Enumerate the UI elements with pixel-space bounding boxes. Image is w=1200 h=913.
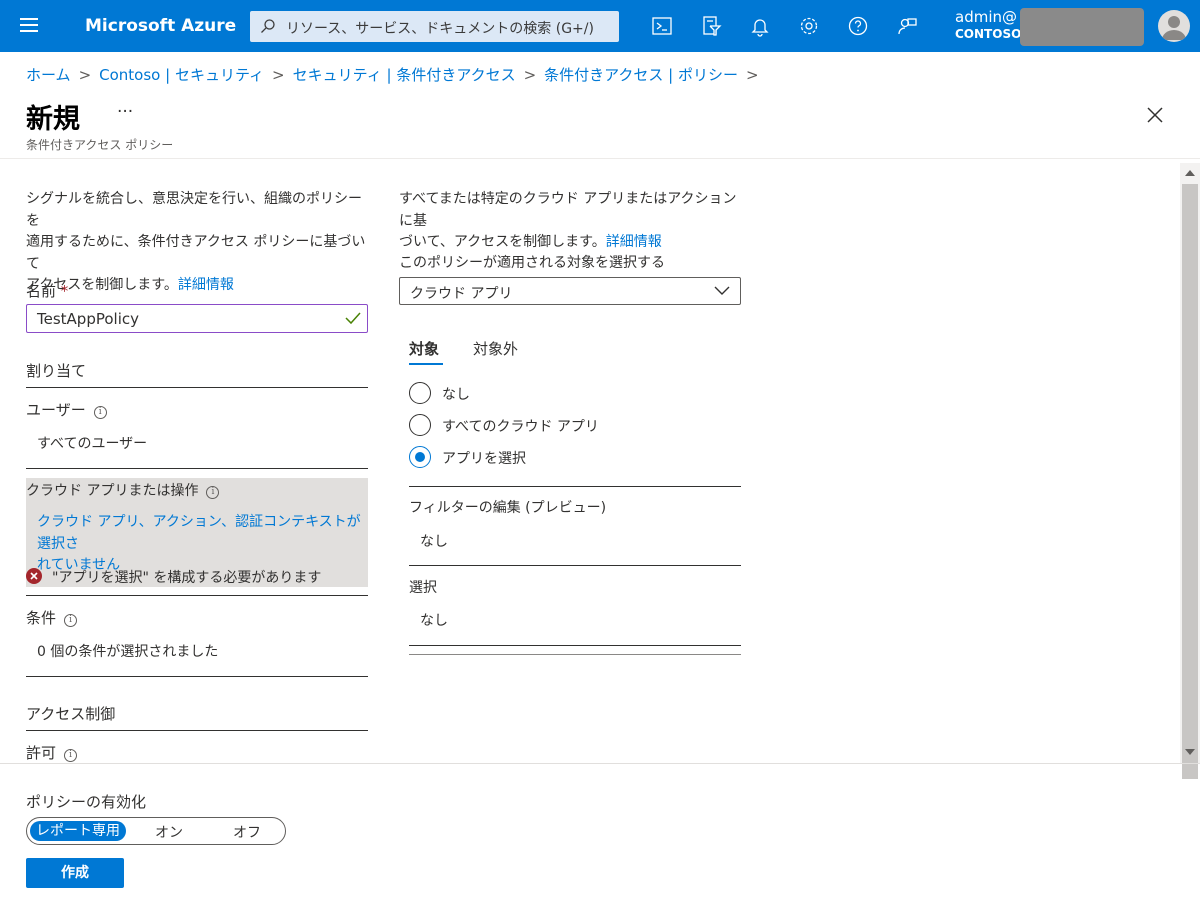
cloud-shell-icon[interactable] — [651, 15, 673, 37]
target-select-dropdown[interactable]: クラウド アプリ — [399, 277, 741, 305]
target-select-label: このポリシーが適用される対象を選択する — [399, 255, 665, 271]
breadcrumb-policies[interactable]: 条件付きアクセス | ポリシー — [544, 66, 738, 84]
info-icon[interactable]: i — [64, 749, 78, 762]
divider — [26, 676, 368, 677]
error-message: "アプリを選択" を構成する必要があります — [26, 567, 321, 587]
search-icon — [261, 19, 275, 33]
name-label: 名前 * — [26, 282, 69, 300]
account-info[interactable]: admin@ CONTOSO — [955, 9, 1021, 43]
error-text: "アプリを選択" を構成する必要があります — [52, 570, 322, 586]
conditions-value-link[interactable]: 0 個の条件が選択されました — [37, 641, 218, 661]
error-icon — [26, 568, 42, 584]
search-input[interactable]: リソース、サービス、ドキュメントの検索 (G+/) — [250, 11, 619, 42]
divider — [26, 468, 368, 469]
divider — [409, 654, 741, 655]
close-icon[interactable] — [1146, 106, 1164, 124]
radio-all-cloud-apps-label[interactable]: すべてのクラウド アプリ — [442, 416, 599, 436]
create-button[interactable]: 作成 — [26, 858, 124, 888]
page-subtitle: 条件付きアクセス ポリシー — [26, 138, 174, 152]
breadcrumb-security[interactable]: Contoso | セキュリティ — [99, 66, 264, 84]
name-field-value[interactable]: TestAppPolicy — [37, 310, 139, 328]
radio-select-apps-label[interactable]: アプリを選択 — [442, 448, 526, 468]
hamburger-menu-icon[interactable] — [20, 18, 38, 32]
select-section-value-link[interactable]: なし — [420, 610, 448, 630]
assignments-heading: 割り当て — [26, 362, 87, 380]
brand-link[interactable]: Microsoft Azure — [85, 16, 236, 36]
avatar[interactable] — [1158, 10, 1190, 42]
directory-filter-icon[interactable] — [700, 15, 722, 37]
divider — [26, 730, 368, 731]
gear-icon[interactable] — [798, 15, 820, 37]
grant-label: 許可 i — [26, 742, 78, 763]
account-org: CONTOSO — [955, 27, 1022, 41]
toggle-option-off[interactable]: オフ — [233, 822, 261, 842]
bell-icon[interactable] — [749, 15, 771, 37]
divider — [409, 565, 741, 566]
info-icon[interactable]: i — [64, 614, 78, 627]
scroll-up-icon[interactable] — [1185, 170, 1195, 176]
search-placeholder: リソース、サービス、ドキュメントの検索 (G+/) — [286, 21, 594, 37]
chevron-right-icon: > — [272, 66, 285, 84]
learn-more-link[interactable]: 詳細情報 — [606, 234, 662, 250]
toggle-option-report-only[interactable]: レポート専用 — [30, 821, 126, 841]
enable-policy-label: ポリシーの有効化 — [26, 793, 147, 811]
chevron-right-icon: > — [746, 66, 759, 84]
header-divider — [0, 158, 1200, 159]
page-title: 新規 — [26, 104, 80, 135]
radio-all-cloud-apps[interactable] — [409, 414, 431, 436]
enable-policy-toggle[interactable]: レポート専用 オン オフ — [26, 817, 286, 845]
scrollbar-thumb[interactable] — [1182, 184, 1198, 779]
policy-description: シグナルを統合し、意思決定を行い、組織のポリシーを 適用するために、条件付きアク… — [26, 191, 366, 293]
radio-select-apps[interactable] — [409, 446, 431, 468]
tab-include[interactable]: 対象 — [409, 338, 439, 359]
redacted-area — [1020, 8, 1144, 46]
filter-value-link[interactable]: なし — [420, 531, 448, 551]
divider — [409, 486, 741, 487]
divider — [26, 387, 368, 388]
toggle-option-on[interactable]: オン — [155, 822, 183, 842]
required-mark: * — [60, 282, 69, 300]
vertical-scrollbar[interactable] — [1180, 163, 1200, 779]
chevron-down-icon — [714, 286, 730, 295]
more-options-button[interactable]: ··· — [117, 102, 133, 122]
person-icon — [1162, 16, 1186, 40]
users-label: ユーザー i — [26, 399, 107, 420]
conditions-label: 条件 i — [26, 607, 78, 628]
help-icon[interactable] — [847, 15, 869, 37]
checkmark-icon — [345, 312, 361, 325]
target-select-value: クラウド アプリ — [410, 286, 513, 302]
info-icon[interactable]: i — [206, 486, 220, 499]
access-controls-heading: アクセス制御 — [26, 705, 116, 723]
name-field[interactable]: TestAppPolicy — [26, 304, 368, 333]
users-value-link[interactable]: すべてのユーザー — [37, 433, 147, 453]
breadcrumb: ホーム > Contoso | セキュリティ > セキュリティ | 条件付きアクセス > 条… — [26, 64, 767, 85]
divider — [409, 645, 741, 646]
cloud-apps-label: クラウド アプリまたは操作 i — [26, 480, 220, 500]
cloud-apps-description: すべてまたは特定のクラウド アプリまたはアクションに基 づいて、アクセスを制御し… — [399, 191, 737, 250]
breadcrumb-conditional-access[interactable]: セキュリティ | 条件付きアクセス — [293, 66, 516, 84]
radio-none[interactable] — [409, 382, 431, 404]
scroll-down-icon[interactable] — [1185, 749, 1195, 755]
divider — [26, 595, 368, 596]
active-tab-indicator — [409, 363, 443, 365]
info-icon[interactable]: i — [93, 406, 107, 419]
filter-label: フィルターの編集 (プレビュー) — [409, 500, 607, 516]
top-bar: Microsoft Azure リソース、サービス、ドキュメントの検索 (G+/… — [0, 0, 1200, 52]
learn-more-link[interactable]: 詳細情報 — [178, 277, 234, 293]
chevron-right-icon: > — [78, 66, 92, 84]
breadcrumb-home[interactable]: ホーム — [26, 66, 71, 84]
footer-divider — [0, 763, 1200, 764]
chevron-right-icon: > — [523, 66, 537, 84]
account-name: admin@ — [955, 8, 1017, 26]
select-section-label: 選択 — [409, 580, 437, 596]
radio-none-label[interactable]: なし — [442, 384, 470, 404]
tab-exclude[interactable]: 対象外 — [473, 338, 518, 359]
feedback-icon[interactable] — [896, 15, 918, 37]
